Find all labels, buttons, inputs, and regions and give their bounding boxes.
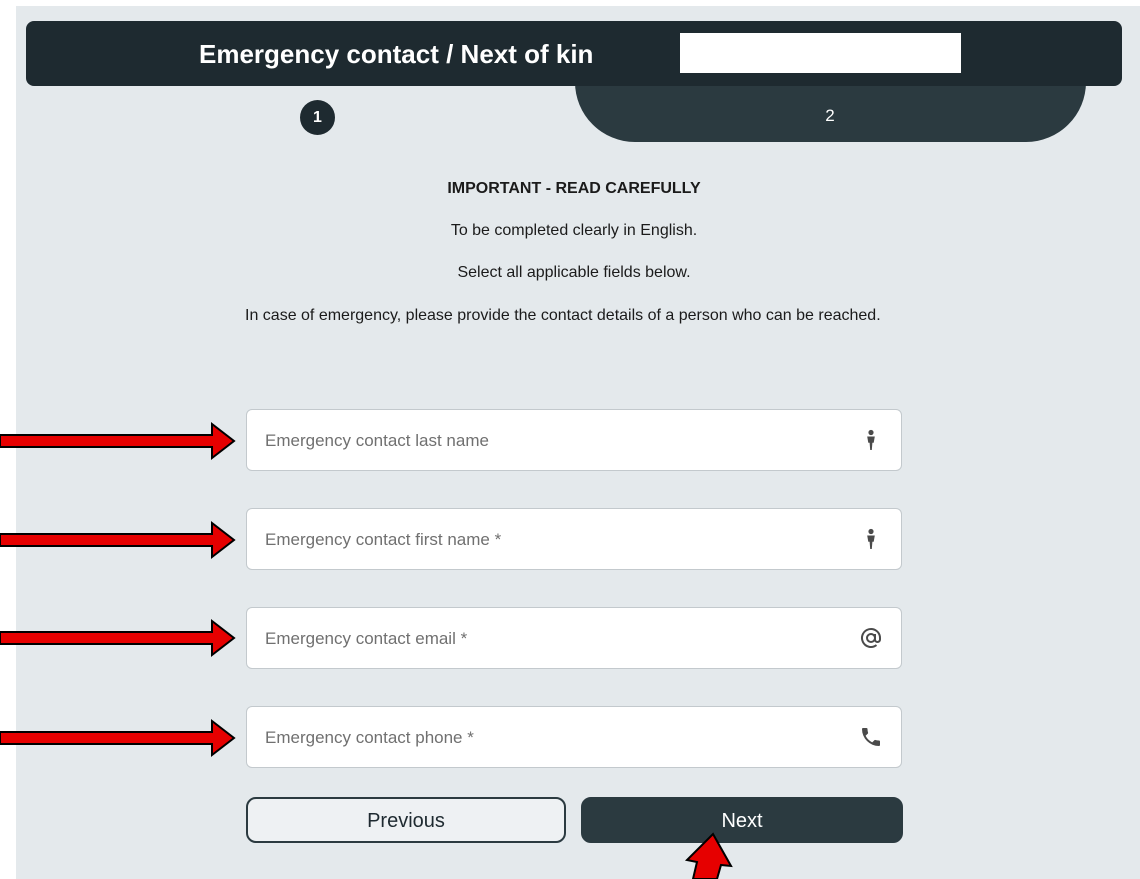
instruction-select-fields: Select all applicable fields below. [457, 264, 691, 281]
step-2-label: 2 [825, 106, 835, 125]
instruction-emergency: In case of emergency, please provide the… [245, 307, 881, 324]
previous-button[interactable]: Previous [246, 797, 566, 843]
page: 2 Emergency contact / Next of kin 1 IMPO… [0, 0, 1140, 879]
annotation-arrow-icon [0, 520, 236, 560]
last-name-field [246, 409, 902, 472]
email-field [246, 607, 902, 670]
annotation-arrow-icon [0, 718, 236, 758]
email-input[interactable] [263, 608, 847, 670]
phone-field [246, 706, 902, 769]
annotation-arrow-up-icon [684, 832, 733, 879]
page-title: Emergency contact / Next of kin [199, 39, 594, 69]
step-1-indicator[interactable]: 1 [300, 100, 335, 135]
redacted-box [680, 33, 961, 73]
person-icon [867, 429, 875, 450]
last-name-input[interactable] [263, 410, 847, 472]
annotation-arrow-icon [0, 421, 236, 461]
first-name-field [246, 508, 902, 571]
person-icon [867, 528, 875, 549]
first-name-input[interactable] [263, 509, 847, 571]
phone-icon [862, 728, 880, 746]
phone-input[interactable] [263, 707, 847, 769]
important-heading: IMPORTANT - READ CAREFULLY [447, 180, 701, 197]
annotation-arrow-icon [0, 618, 236, 658]
instruction-english: To be completed clearly in English. [450, 222, 698, 239]
at-sign-icon [861, 627, 881, 648]
